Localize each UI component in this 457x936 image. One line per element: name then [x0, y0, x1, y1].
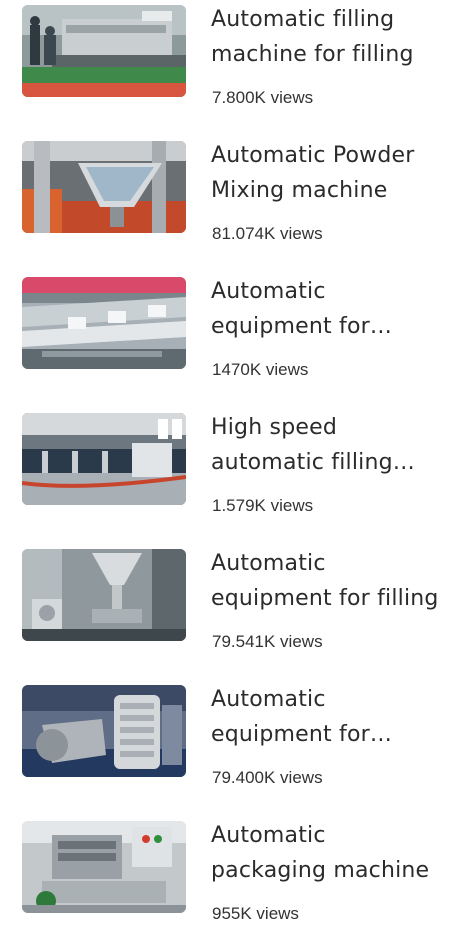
view-count: 7.800K views	[212, 88, 314, 107]
video-item[interactable]: Automatic equipment for packaging 1470K …	[0, 272, 457, 392]
spiral-mixer-icon	[22, 685, 186, 777]
view-count: 955K views	[212, 904, 299, 923]
video-thumbnail[interactable]	[22, 685, 186, 777]
video-item[interactable]: Automatic Powder Mixing machine 81.074K …	[0, 136, 457, 256]
packaging-conveyor-icon	[22, 277, 186, 369]
video-thumbnail[interactable]	[22, 5, 186, 97]
view-count: 79.400K views	[212, 768, 323, 787]
video-thumbnail[interactable]	[22, 821, 186, 913]
powder-mixer-hopper-icon	[22, 141, 186, 233]
video-item[interactable]: High speed automatic filling machine 1.5…	[0, 408, 457, 528]
filling-machine-line-icon	[22, 5, 186, 97]
packaging-press-icon	[22, 821, 186, 913]
video-title[interactable]: Automatic Powder Mixing machine	[211, 138, 447, 208]
view-count: 79.541K views	[212, 632, 323, 651]
video-thumbnail[interactable]	[22, 549, 186, 641]
video-title[interactable]: Automatic equipment for mixing	[211, 682, 447, 752]
filling-funnel-machine-icon	[22, 549, 186, 641]
bottle-filling-line-icon	[22, 413, 186, 505]
video-item[interactable]: Automatic equipment for mixing 79.400K v…	[0, 680, 457, 800]
video-item[interactable]: Automatic filling machine for filling 7.…	[0, 0, 457, 120]
video-title[interactable]: Automatic equipment for packaging	[211, 274, 447, 344]
video-title[interactable]: Automatic filling machine for filling	[211, 2, 447, 72]
video-title[interactable]: Automatic equipment for filling	[211, 546, 447, 616]
video-item[interactable]: Automatic equipment for filling 79.541K …	[0, 544, 457, 664]
video-thumbnail[interactable]	[22, 277, 186, 369]
video-thumbnail[interactable]	[22, 413, 186, 505]
video-title[interactable]: Automatic packaging machine	[211, 818, 447, 888]
video-item[interactable]: Automatic packaging machine 955K views	[0, 816, 457, 936]
video-thumbnail[interactable]	[22, 141, 186, 233]
view-count: 81.074K views	[212, 224, 323, 243]
view-count: 1.579K views	[212, 496, 314, 515]
view-count: 1470K views	[212, 360, 309, 379]
video-title[interactable]: High speed automatic filling machine	[211, 410, 447, 480]
